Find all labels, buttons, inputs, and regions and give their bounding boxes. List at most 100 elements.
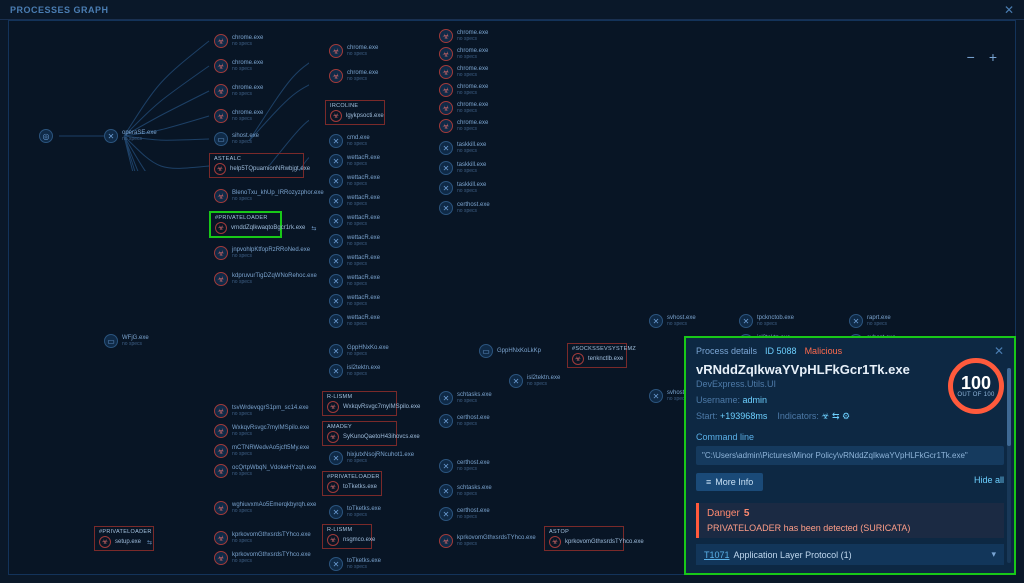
process-node[interactable]: ☣chrome.exeno specs: [439, 101, 488, 115]
process-node[interactable]: ☣tsvWrdevqgrS1pm_sc14.exeno specs: [214, 404, 309, 418]
close-details-icon[interactable]: ✕: [994, 344, 1004, 358]
biohazard-icon: ☣: [572, 353, 584, 365]
more-info-button[interactable]: ≡ More Info: [696, 473, 763, 491]
process-node[interactable]: ✕isl2tektn.exeno specs: [329, 364, 380, 378]
process-node[interactable]: ☣jnpvohlpKtfopRzRRoNed.exeno specs: [214, 246, 310, 260]
process-node[interactable]: ✕wettacR.exeno specs: [329, 234, 380, 248]
window-title: PROCESSES GRAPH: [10, 5, 109, 15]
process-node[interactable]: ☣chrome.exeno specs: [439, 47, 488, 61]
malware-box-socks[interactable]: #SOCKSSEVSYSTEMZ ☣tenknctlb.exe: [567, 343, 627, 368]
zoom-out-icon[interactable]: −: [967, 49, 975, 65]
malware-box-rlismm[interactable]: R-LISMM ☣WxkqvRsvgc7myIMSpilo.exe: [322, 391, 397, 416]
selected-process-box[interactable]: #PRIVATELOADER ☣vrnddZqlkwaqtoBgcr1rk.ex…: [209, 211, 282, 238]
process-node[interactable]: ✕tpcknctob.exeno specs: [739, 314, 794, 328]
tool-icon: ✕: [329, 214, 343, 228]
process-node[interactable]: ☣wghiuvxmAo5Emerqkbyrqh.exeno specs: [214, 501, 316, 515]
process-node[interactable]: ▭sihost.exeno specs: [214, 132, 259, 146]
tool-icon: ✕: [329, 194, 343, 208]
process-node[interactable]: ☣chrome.exeno specs: [439, 29, 488, 43]
process-node[interactable]: ✕taskkill.exeno specs: [439, 181, 486, 195]
malware-box-privateloader3[interactable]: #PRIVATELOADER ☣toTketks.exe: [322, 471, 382, 496]
mitre-row[interactable]: T1071 Application Layer Protocol (1) ▾: [696, 544, 1004, 565]
hide-all-link[interactable]: Hide all: [974, 475, 1004, 485]
process-node[interactable]: ☣kdpruvurTigDZqWNoRehoc.exeno specs: [214, 272, 317, 286]
process-node[interactable]: ☣BlenoTxu_khUp_IRRozyzphor.exeno specs: [214, 189, 324, 203]
process-node[interactable]: ☣kprkovomGthxsrdsTYhco.exeno specs: [214, 551, 311, 565]
process-node[interactable]: ▭ WFjG.exeno specs: [104, 334, 149, 348]
process-node[interactable]: ✕wettacR.exeno specs: [329, 274, 380, 288]
tool-icon: ✕: [329, 314, 343, 328]
process-node[interactable]: ✕certhost.exeno specs: [439, 414, 490, 428]
process-node[interactable]: ✕certhost.exeno specs: [439, 507, 490, 521]
network-icon: ⇆: [311, 225, 316, 232]
process-node[interactable]: ✕ operaSE.exeno specs: [104, 129, 157, 143]
tool-icon: ✕: [439, 459, 453, 473]
process-node[interactable]: ✕certhost.exeno specs: [439, 201, 490, 215]
process-node[interactable]: ✕wettacR.exeno specs: [329, 154, 380, 168]
score-sublabel: OUT OF 100: [957, 392, 994, 398]
malware-box-astop[interactable]: ASTOP ☣kprkovomGthxsrdsTYhco.exe: [544, 526, 624, 551]
biohazard-icon: ☣: [327, 401, 339, 413]
process-node[interactable]: ☣chrome.exeno specs: [329, 44, 378, 58]
network-icon: ⇆: [147, 539, 152, 546]
malware-box-ircoline[interactable]: IRCOLINE ☣lgykpsocti.exe: [325, 100, 385, 125]
mitre-label: Application Layer Protocol (1): [734, 550, 852, 560]
process-node[interactable]: ◎: [39, 129, 53, 143]
process-node[interactable]: ✕wettacR.exeno specs: [329, 254, 380, 268]
process-node[interactable]: ✕wettacR.exeno specs: [329, 214, 380, 228]
process-node[interactable]: ✕certhost.exeno specs: [439, 459, 490, 473]
process-node[interactable]: ✕schtasks.exeno specs: [439, 484, 492, 498]
chevron-down-icon[interactable]: ▾: [991, 549, 996, 560]
zoom-in-icon[interactable]: +: [989, 49, 997, 65]
biohazard-icon: ☣: [214, 551, 228, 565]
process-node[interactable]: ✕taskkill.exeno specs: [439, 141, 486, 155]
process-node[interactable]: ☣chrome.exeno specs: [329, 69, 378, 83]
mitre-id-link[interactable]: T1071: [704, 550, 730, 560]
biohazard-icon: ☣: [99, 536, 111, 548]
process-node[interactable]: ☣chrome.exeno specs: [439, 65, 488, 79]
process-node[interactable]: ✕cmd.exeno specs: [329, 134, 370, 148]
close-icon[interactable]: ✕: [1004, 3, 1014, 17]
biohazard-icon: ☣: [329, 69, 343, 83]
biohazard-icon: ☣: [439, 29, 453, 43]
process-node[interactable]: ☣kprkovomGthxsrdsTYhco.exeno specs: [439, 534, 536, 548]
tool-icon: ✕: [739, 314, 753, 328]
process-node[interactable]: ☣mCTNRWedvAo5jcft5My.exeno specs: [214, 444, 309, 458]
process-node[interactable]: ✕taskkill.exeno specs: [439, 161, 486, 175]
process-node[interactable]: ✕GppHNxKo.exeno specs: [329, 344, 389, 358]
process-node[interactable]: ✕wettacR.exeno specs: [329, 194, 380, 208]
process-node[interactable]: ✕wettacR.exeno specs: [329, 294, 380, 308]
doc-icon: ▭: [104, 334, 118, 348]
command-line-value[interactable]: "C:\Users\admin\Pictures\Minor Policy\vR…: [696, 446, 1004, 465]
process-node[interactable]: ✕isl2tektn.exeno specs: [509, 374, 560, 388]
process-node[interactable]: ☣ocQrtpWbqN_VdokeHYzqh.exeno specs: [214, 464, 316, 478]
processes-graph-window: PROCESSES GRAPH ✕ − +: [0, 0, 1024, 583]
process-node[interactable]: ☣chrome.exeno specs: [214, 109, 263, 123]
process-node[interactable]: ☣kprkovomGthxsrdsTYhco.exeno specs: [214, 531, 311, 545]
process-node[interactable]: ✕hixjutxNsojRNcuhot1.exeno specs: [329, 451, 414, 465]
biohazard-icon: ☣: [327, 481, 339, 493]
malware-box-amadey[interactable]: AMADEY ☣SyKunoQaetoH43ihovcs.exe: [322, 421, 397, 446]
malware-box-privateloader2[interactable]: #PRIVATELOADER ☣setup.exe⇆: [94, 526, 154, 551]
tool-icon: ✕: [329, 274, 343, 288]
process-node[interactable]: ▭GppHNxKoLkKp: [479, 344, 541, 358]
process-node[interactable]: ✕wettacR.exeno specs: [329, 174, 380, 188]
process-node[interactable]: ✕toTketks.exeno specs: [329, 557, 381, 571]
malware-box-rlismm2[interactable]: R-LISMM ☣nsgmco.exe: [322, 524, 372, 549]
process-node[interactable]: ✕svhost.exeno specs: [649, 314, 696, 328]
danger-section[interactable]: Danger5 PRIVATELOADER has been detected …: [696, 503, 1004, 538]
process-node[interactable]: ☣chrome.exeno specs: [439, 119, 488, 133]
process-node[interactable]: ☣chrome.exeno specs: [214, 34, 263, 48]
process-node[interactable]: ☣WxkqvRsvgc7myIMSpilo.exeno specs: [214, 424, 309, 438]
process-node[interactable]: ☣chrome.exeno specs: [214, 59, 263, 73]
titlebar: PROCESSES GRAPH ✕: [0, 0, 1024, 20]
process-node[interactable]: ✕wettacR.exeno specs: [329, 314, 380, 328]
list-icon: ≡: [706, 477, 711, 487]
biohazard-icon: ☣: [439, 83, 453, 97]
process-node[interactable]: ☣chrome.exeno specs: [439, 83, 488, 97]
process-node[interactable]: ✕raprt.exeno specs: [849, 314, 891, 328]
malware-box-astealc[interactable]: ASTEALC ☣help5TQpuamionNRwbjgt.exe: [209, 153, 304, 178]
process-node[interactable]: ✕toTketks.exeno specs: [329, 505, 381, 519]
process-node[interactable]: ✕schtasks.exeno specs: [439, 391, 492, 405]
process-node[interactable]: ☣chrome.exeno specs: [214, 84, 263, 98]
